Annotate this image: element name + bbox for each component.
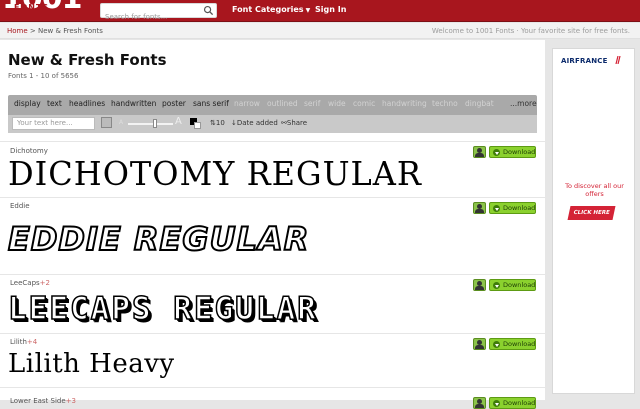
breadcrumb-home-link[interactable]: Home — [7, 27, 28, 35]
font-variant-count: +4 — [26, 338, 38, 346]
search-icon[interactable] — [203, 5, 214, 16]
airfrance-ad[interactable]: AIRFRANCE To discover all our offers CLI… — [552, 48, 635, 394]
tag-sans-serif[interactable]: sans serif — [193, 99, 229, 108]
download-label: Download — [503, 340, 536, 348]
tag-wide[interactable]: wide — [328, 99, 346, 108]
top-header: 1001 FONTS Font Categories▼ Sign In — [0, 0, 640, 24]
breadcrumb-current: New & Fresh Fonts — [38, 27, 103, 35]
author-avatar-button[interactable] — [473, 202, 486, 214]
download-label: Download — [503, 148, 536, 156]
preview-text-input[interactable]: Your text here... — [12, 117, 95, 130]
ad-brand: AIRFRANCE — [561, 57, 608, 65]
author-avatar-button[interactable] — [473, 338, 486, 350]
download-icon — [493, 341, 500, 348]
font-preview[interactable]: Lilith Heavy — [8, 348, 175, 380]
airfrance-logo-icon — [615, 56, 621, 64]
download-icon — [493, 205, 500, 212]
download-button[interactable]: Download — [489, 279, 536, 291]
font-name-link[interactable]: Eddie — [10, 202, 30, 210]
font-row: Lower East Side+3 Download — [0, 387, 545, 409]
font-name: LeeCaps — [10, 279, 40, 287]
download-button[interactable]: Download — [489, 202, 536, 214]
breadcrumb-bar: Home > New & Fresh Fonts Welcome to 1001… — [0, 23, 640, 39]
results-count: Fonts 1 - 10 of 5656 — [8, 72, 79, 80]
sort-label: Date added — [236, 119, 278, 127]
font-preview[interactable]: EDDIE REGULAR — [7, 219, 309, 259]
tag-poster[interactable]: poster — [162, 99, 186, 108]
font-row: Lilith+4 Download Lilith Heavy — [0, 333, 545, 387]
tag-handwritten[interactable]: handwritten — [111, 99, 156, 108]
tag-comic[interactable]: comic — [353, 99, 375, 108]
size-slider[interactable] — [128, 123, 173, 125]
tag-dingbat[interactable]: dingbat — [465, 99, 494, 108]
site-logo[interactable]: 1001 FONTS — [0, 0, 88, 22]
chevron-down-icon: ▼ — [305, 7, 311, 14]
background-color-swatch[interactable] — [194, 122, 201, 129]
page-title: New & Fresh Fonts — [8, 51, 167, 69]
font-name: Lower East Side — [10, 397, 66, 405]
share-label: Share — [286, 119, 308, 127]
download-button[interactable]: Download — [489, 146, 536, 158]
welcome-text: Welcome to 1001 Fonts · Your favorite si… — [431, 27, 630, 35]
author-avatar-button[interactable] — [473, 279, 486, 291]
ad-text: To discover all our offers — [565, 182, 624, 198]
breadcrumb-separator: > — [29, 27, 36, 35]
tag-display[interactable]: display — [14, 99, 41, 108]
tag-outlined[interactable]: outlined — [267, 99, 298, 108]
download-icon — [493, 282, 500, 289]
size-big-label: A — [175, 116, 182, 127]
more-tags-link[interactable]: ...more — [510, 99, 537, 108]
tag-text[interactable]: text — [47, 99, 62, 108]
breadcrumb: Home > New & Fresh Fonts — [7, 27, 103, 35]
tag-narrow[interactable]: narrow — [234, 99, 260, 108]
sign-in-link[interactable]: Sign In — [315, 5, 346, 14]
search-input[interactable] — [101, 10, 197, 24]
main-content: New & Fresh Fonts Fonts 1 - 10 of 5656 d… — [0, 40, 545, 409]
author-avatar-button[interactable] — [473, 397, 486, 409]
font-name-link[interactable]: Lower East Side+3 — [10, 397, 76, 405]
size-small-label: A — [119, 119, 124, 126]
sort-control[interactable]: ↓Date added — [231, 119, 278, 127]
filter-panel: display text headlines handwritten poste… — [8, 95, 537, 133]
search-box — [100, 3, 217, 24]
ad-cta-button[interactable]: CLICK HERE — [567, 206, 616, 220]
user-preset-icon[interactable] — [101, 117, 112, 128]
share-control[interactable]: ⚯Share — [281, 119, 307, 127]
download-icon — [493, 400, 500, 407]
font-name-link[interactable]: LeeCaps+2 — [10, 279, 50, 287]
font-name: Eddie — [10, 202, 30, 210]
download-button[interactable]: Download — [489, 397, 536, 409]
font-name: Lilith — [10, 338, 27, 346]
font-variant-count: +2 — [39, 279, 50, 287]
download-icon — [493, 149, 500, 156]
font-variant-count: +3 — [65, 397, 76, 405]
font-preview[interactable]: LEECAPS REGULAR — [7, 290, 318, 328]
tag-serif[interactable]: serif — [304, 99, 320, 108]
font-categories-label: Font Categories — [232, 5, 304, 14]
font-row: Eddie Download EDDIE REGULAR — [0, 197, 545, 274]
size-slider-handle[interactable] — [153, 119, 157, 128]
font-preview[interactable]: DICHOTOMY REGULAR — [8, 156, 422, 193]
author-avatar-button[interactable] — [473, 146, 486, 158]
font-row: Dichotomy Download DICHOTOMY REGULAR — [0, 141, 545, 197]
preview-controls: Your text here... A A ⇅10 ↓Date added ⚯S… — [8, 115, 537, 133]
download-label: Download — [503, 399, 536, 407]
download-button[interactable]: Download — [489, 338, 536, 350]
per-page-value: 10 — [215, 119, 225, 127]
tag-techno[interactable]: techno — [432, 99, 458, 108]
tag-headlines[interactable]: headlines — [69, 99, 105, 108]
download-label: Download — [503, 204, 536, 212]
font-row: LeeCaps+2 Download LEECAPS REGULAR — [0, 274, 545, 333]
logo-word: FONTS — [14, 3, 50, 12]
tag-handwriting[interactable]: handwriting — [382, 99, 427, 108]
font-categories-menu[interactable]: Font Categories ▼ — [232, 5, 310, 14]
download-label: Download — [503, 281, 536, 289]
font-name-link[interactable]: Lilith+4 — [10, 338, 37, 346]
per-page-control[interactable]: ⇅10 — [210, 119, 225, 127]
